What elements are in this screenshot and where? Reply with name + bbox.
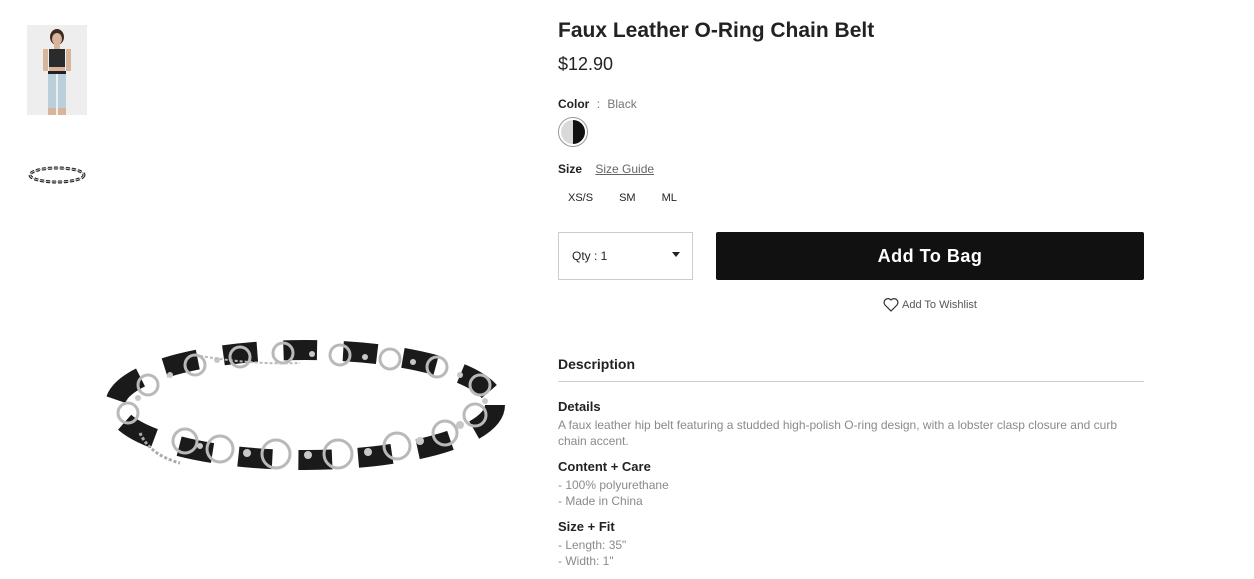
model-image (27, 25, 87, 115)
details-text: A faux leather hip belt featuring a stud… (558, 418, 1117, 448)
size-guide-link[interactable]: Size Guide (595, 162, 654, 176)
content-item: - Made in China (558, 494, 643, 508)
thumbnail-list (27, 25, 87, 235)
content-care-title: Content + Care (558, 459, 651, 474)
size-row: Size Size Guide (558, 162, 654, 176)
content-item: - 100% polyurethane (558, 478, 669, 492)
swatch-circle-icon (561, 120, 585, 144)
size-option-sm[interactable]: SM (609, 192, 646, 204)
color-swatch-black[interactable] (558, 117, 588, 147)
belt-thumbnail-image (28, 166, 86, 184)
color-value: Black (607, 97, 637, 111)
thumbnail-belt-photo[interactable] (27, 155, 87, 195)
color-row: Color : Black (558, 97, 637, 111)
fit-item: - Length: 35" (558, 538, 627, 552)
wishlist-label: Add To Wishlist (902, 298, 977, 311)
quantity-label: Qty : 1 (572, 249, 608, 263)
add-to-bag-button[interactable]: Add To Bag (716, 232, 1144, 280)
size-label: Size (558, 162, 583, 176)
quantity-select[interactable]: Qty : 1 (558, 232, 693, 280)
main-product-image (100, 315, 520, 515)
size-option-xs-s[interactable]: XS/S (558, 192, 603, 204)
fit-item: - Width: 1" (558, 554, 614, 568)
description-heading[interactable]: Description (558, 356, 635, 372)
description-divider (558, 381, 1144, 382)
thumbnail-model-photo[interactable] (27, 25, 87, 115)
product-price: $12.90 (558, 54, 614, 74)
heart-icon (883, 298, 899, 312)
color-label: Color (558, 97, 590, 111)
size-option-ml[interactable]: ML (652, 192, 687, 204)
add-to-wishlist-link[interactable]: Add To Wishlist (883, 297, 977, 312)
color-separator: : (596, 97, 601, 111)
details-title: Details (558, 399, 601, 414)
size-fit-title: Size + Fit (558, 519, 615, 534)
chevron-down-icon (672, 252, 680, 257)
product-title: Faux Leather O-Ring Chain Belt (558, 19, 875, 42)
size-options: XS/S SM ML (558, 192, 693, 204)
